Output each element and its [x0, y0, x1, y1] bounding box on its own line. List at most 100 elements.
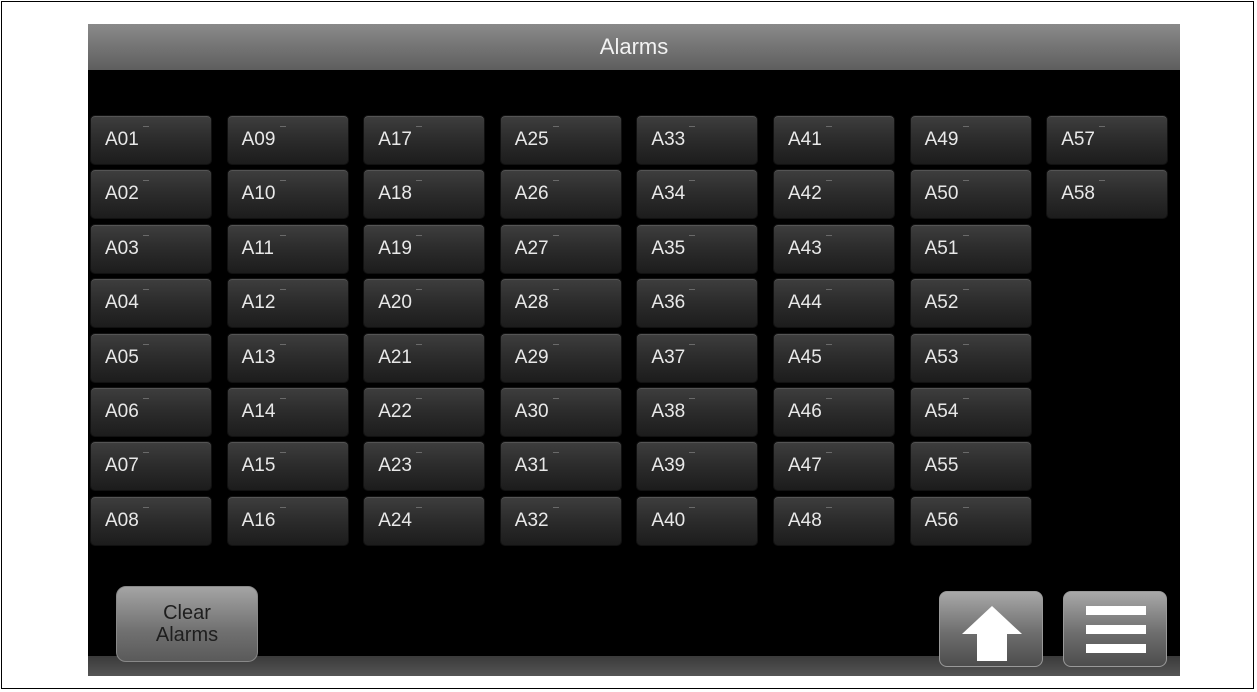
alarm-button[interactable]: A57: [1046, 115, 1169, 165]
alarm-button[interactable]: A04: [90, 278, 212, 329]
alarm-button[interactable]: A38: [636, 387, 759, 437]
alarm-status-indicator: [1099, 126, 1106, 127]
alarm-button[interactable]: A43: [773, 223, 895, 274]
alarm-button[interactable]: A05: [90, 332, 212, 383]
alarm-button[interactable]: A32: [499, 495, 622, 546]
alarm-status-indicator: [416, 398, 423, 399]
alarm-label: A38: [651, 401, 686, 422]
alarm-button[interactable]: A56: [909, 495, 1032, 546]
alarm-status-indicator: [552, 452, 559, 454]
alarm-button[interactable]: A26: [499, 169, 622, 220]
alarm-button[interactable]: A28: [499, 278, 622, 329]
alarm-label: A44: [788, 292, 822, 314]
alarm-status-indicator: [962, 452, 969, 454]
alarm-button[interactable]: A35: [636, 223, 759, 274]
alarm-button[interactable]: A50: [909, 169, 1032, 220]
alarm-status-indicator: [279, 289, 286, 291]
alarm-button[interactable]: A39: [636, 441, 759, 492]
alarm-status-indicator: [826, 398, 832, 399]
alarm-button[interactable]: A06: [90, 387, 212, 437]
alarm-label: A30: [514, 401, 549, 422]
alarm-status-indicator: [279, 180, 286, 182]
alarm-button[interactable]: A10: [226, 169, 349, 220]
alarm-button[interactable]: A54: [909, 387, 1032, 437]
alarm-status-indicator: [416, 343, 423, 345]
alarm-label: A34: [651, 183, 686, 205]
alarm-button[interactable]: A46: [773, 387, 895, 437]
alarm-button[interactable]: A20: [363, 278, 486, 329]
clear-alarms-button[interactable]: Clear Alarms: [116, 586, 258, 662]
alarm-status-indicator: [962, 398, 969, 399]
alarm-status-indicator: [1099, 180, 1106, 182]
alarm-button[interactable]: A16: [226, 495, 349, 546]
alarm-button[interactable]: A47: [773, 441, 895, 492]
home-button[interactable]: [939, 591, 1043, 667]
alarm-button[interactable]: A02: [90, 169, 212, 220]
alarm-button[interactable]: A40: [636, 495, 759, 546]
alarm-label: A15: [241, 455, 276, 477]
alarm-button[interactable]: A07: [90, 441, 212, 492]
alarm-label: A23: [378, 455, 412, 477]
alarm-status-indicator: [416, 126, 423, 127]
alarm-button[interactable]: A14: [226, 387, 349, 437]
alarm-button[interactable]: A41: [773, 115, 895, 165]
alarm-button[interactable]: A19: [363, 223, 486, 274]
alarm-status-indicator: [689, 126, 696, 127]
alarm-button[interactable]: A13: [226, 332, 349, 383]
alarm-button[interactable]: A03: [90, 223, 212, 274]
alarm-button[interactable]: A34: [636, 169, 759, 220]
alarm-label: A12: [241, 292, 276, 314]
alarm-button[interactable]: A53: [909, 332, 1032, 383]
alarm-label: A56: [924, 509, 959, 531]
alarm-button[interactable]: A24: [363, 495, 486, 546]
alarm-button[interactable]: A22: [363, 387, 486, 437]
alarm-status-indicator: [279, 398, 286, 399]
alarm-button[interactable]: A08: [90, 495, 212, 546]
hmi-screen: Alarms A01 A02 A03 A04 A05 A06 A07 A08 A09 A10 A11…: [88, 24, 1180, 676]
alarm-button[interactable]: A25: [499, 115, 622, 165]
alarm-button[interactable]: A42: [773, 169, 895, 220]
alarm-button[interactable]: A33: [636, 115, 759, 165]
alarm-button[interactable]: A09: [226, 115, 349, 165]
alarm-status-indicator: [689, 506, 696, 508]
alarm-button[interactable]: A52: [909, 278, 1032, 329]
alarm-label: A41: [788, 129, 822, 150]
menu-button[interactable]: [1063, 591, 1167, 667]
alarm-label: A14: [241, 401, 276, 422]
alarm-button[interactable]: A12: [226, 278, 349, 329]
alarm-status-indicator: [826, 452, 832, 454]
alarm-button[interactable]: A30: [499, 387, 622, 437]
alarm-button[interactable]: A55: [909, 441, 1032, 492]
alarm-label: A49: [924, 129, 959, 150]
alarm-button[interactable]: A18: [363, 169, 486, 220]
alarm-button[interactable]: A23: [363, 441, 486, 492]
alarm-label: A52: [924, 292, 959, 314]
alarm-label: A36: [651, 292, 686, 314]
alarm-label: A22: [378, 401, 412, 422]
alarm-button[interactable]: A17: [363, 115, 486, 165]
alarm-status-indicator: [143, 452, 149, 454]
alarm-status-indicator: [416, 452, 423, 454]
alarm-button[interactable]: A27: [499, 223, 622, 274]
alarm-label: A21: [378, 346, 412, 368]
alarm-button[interactable]: A37: [636, 332, 759, 383]
alarm-button[interactable]: A36: [636, 278, 759, 329]
alarm-button[interactable]: A45: [773, 332, 895, 383]
alarm-status-indicator: [962, 126, 969, 127]
alarm-button[interactable]: A01: [90, 115, 212, 165]
alarm-label: A35: [651, 237, 686, 259]
alarm-button[interactable]: A31: [499, 441, 622, 492]
alarm-button[interactable]: A49: [909, 115, 1032, 165]
alarm-status-indicator: [826, 289, 832, 291]
alarm-button[interactable]: A44: [773, 278, 895, 329]
alarm-button[interactable]: A11: [226, 223, 349, 274]
alarm-button[interactable]: A15: [226, 441, 349, 492]
alarm-button[interactable]: A21: [363, 332, 486, 383]
alarm-button[interactable]: A48: [773, 495, 895, 546]
alarm-button[interactable]: A29: [499, 332, 622, 383]
alarm-button[interactable]: A51: [909, 223, 1032, 274]
alarm-label: A11: [241, 237, 274, 259]
alarm-label: A01: [105, 129, 139, 150]
alarm-button[interactable]: A58: [1046, 169, 1169, 220]
alarm-label: A57: [1061, 129, 1095, 150]
